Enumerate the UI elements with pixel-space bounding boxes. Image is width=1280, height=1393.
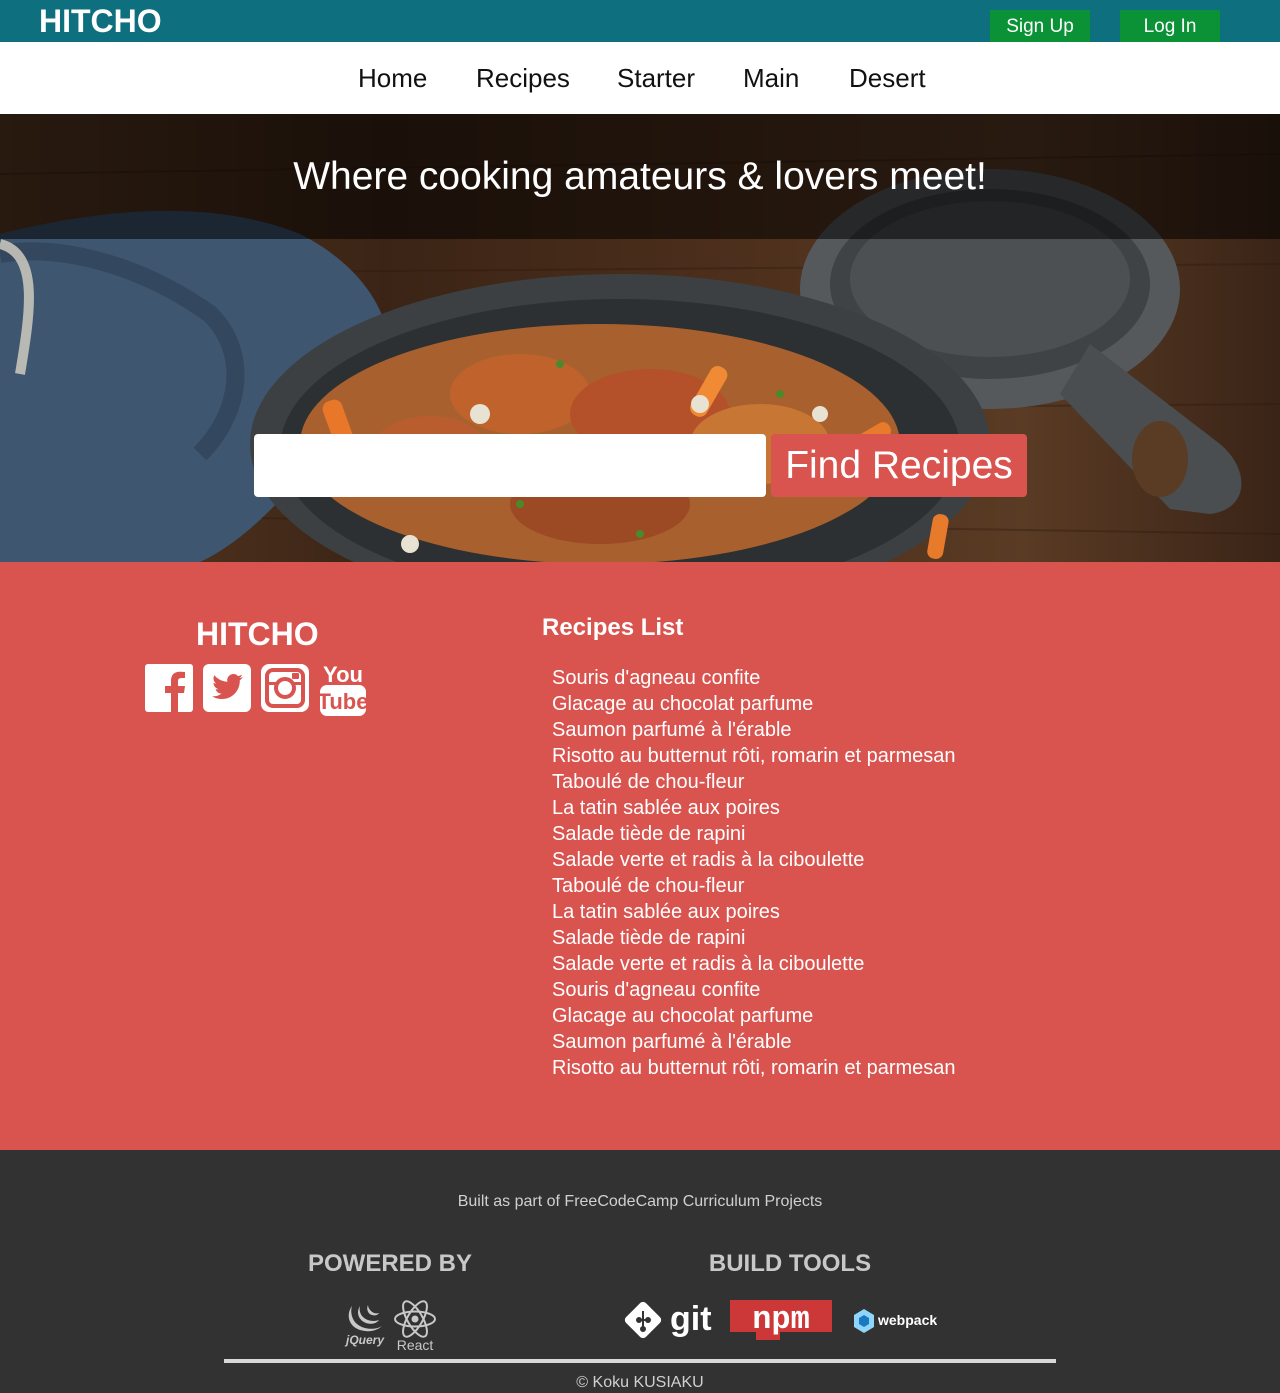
log-in-button[interactable]: Log In: [1120, 10, 1220, 44]
recipe-list-item[interactable]: La tatin sablée aux poires: [552, 899, 956, 925]
brand-logo[interactable]: HITCHO: [39, 3, 162, 39]
copyright-text: © Koku KUSIAKU: [576, 1374, 704, 1391]
recipe-list-item[interactable]: Risotto au butternut rôti, romarin et pa…: [552, 743, 956, 769]
recipe-list-item[interactable]: Salade verte et radis à la ciboulette: [552, 847, 956, 873]
webpack-logo: webpack: [854, 1309, 937, 1333]
react-logo-label: React: [397, 1337, 434, 1352]
npm-logo: npm: [730, 1300, 832, 1340]
recipe-list-item[interactable]: Saumon parfumé à l'érable: [552, 1029, 956, 1055]
webpack-logo-label: webpack: [877, 1312, 937, 1328]
find-recipes-button[interactable]: Find Recipes: [771, 434, 1027, 497]
instagram-icon[interactable]: [261, 662, 309, 716]
recipe-list-item[interactable]: Glacage au chocolat parfume: [552, 1003, 956, 1029]
recipe-list-item[interactable]: Risotto au butternut rôti, romarin et pa…: [552, 1055, 956, 1081]
svg-text:You: You: [323, 662, 363, 687]
section-brand: HITCHO: [196, 616, 319, 652]
git-logo: git: [624, 1300, 712, 1339]
nav-item-starter[interactable]: Starter: [617, 62, 695, 94]
sign-up-button[interactable]: Sign Up: [990, 10, 1090, 44]
recipe-list-item[interactable]: Souris d'agneau confite: [552, 665, 956, 691]
nav-item-recipes[interactable]: Recipes: [476, 62, 570, 94]
recipe-search-input[interactable]: [254, 434, 766, 497]
powered-by-title: POWERED BY: [307, 1250, 472, 1277]
git-logo-label: git: [670, 1300, 712, 1338]
page-footer: Built as part of FreeCodeCamp Curriculum…: [0, 1150, 1280, 1393]
nav-item-desert[interactable]: Desert: [849, 62, 926, 94]
twitter-icon[interactable]: [203, 662, 251, 716]
recipe-list-item[interactable]: Taboulé de chou-fleur: [552, 769, 956, 795]
top-bar: HITCHO Sign Up Log In: [0, 0, 1280, 44]
hero-tagline: Where cooking amateurs & lovers meet!: [293, 155, 987, 198]
recipes-list: Souris d'agneau confite Glacage au choco…: [552, 665, 956, 1081]
npm-logo-label: npm: [752, 1301, 810, 1338]
recipe-list-item[interactable]: La tatin sablée aux poires: [552, 795, 956, 821]
jquery-logo: jQuery: [344, 1305, 385, 1347]
recipe-list-item[interactable]: Saumon parfumé à l'érable: [552, 717, 956, 743]
recipe-list-item[interactable]: Taboulé de chou-fleur: [552, 873, 956, 899]
recipe-list-item[interactable]: Salade tiède de rapini: [552, 821, 956, 847]
recipe-list-item[interactable]: Salade tiède de rapini: [552, 925, 956, 951]
react-logo: React: [394, 1300, 436, 1352]
recipe-list-item[interactable]: Salade verte et radis à la ciboulette: [552, 951, 956, 977]
info-section: HITCHO You Tube Recipes List Souris d'ag…: [0, 562, 1280, 1150]
footer-divider: [224, 1359, 1056, 1363]
build-tools-title: BUILD TOOLS: [708, 1250, 872, 1277]
built-with-text: Built as part of FreeCodeCamp Curriculum…: [457, 1193, 823, 1210]
recipe-list-item[interactable]: Souris d'agneau confite: [552, 977, 956, 1003]
recipes-list-title: Recipes List: [542, 614, 684, 641]
youtube-icon[interactable]: You Tube: [319, 662, 367, 716]
facebook-icon[interactable]: [145, 662, 193, 716]
hero-banner: Where cooking amateurs & lovers meet! Fi…: [0, 114, 1280, 562]
recipe-list-item[interactable]: Glacage au chocolat parfume: [552, 691, 956, 717]
nav-item-main[interactable]: Main: [743, 62, 799, 94]
nav-item-home[interactable]: Home: [358, 62, 427, 94]
svg-text:Tube: Tube: [319, 689, 367, 714]
main-nav: Home Recipes Starter Main Desert: [0, 42, 1280, 114]
jquery-logo-label: jQuery: [344, 1333, 385, 1347]
